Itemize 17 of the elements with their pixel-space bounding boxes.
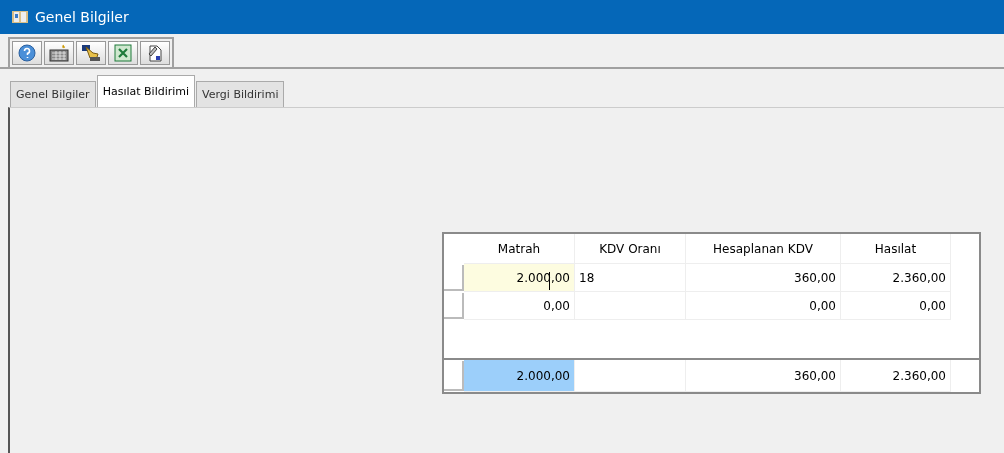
table-cell: 0,00 xyxy=(464,292,575,320)
total-cell: 360,00 xyxy=(686,360,841,392)
column-header: Matrah xyxy=(464,234,575,264)
table-cell: 0,00 xyxy=(841,292,951,320)
column-header: Hasılat xyxy=(841,234,951,264)
column-header: Hesaplanan KDV xyxy=(686,234,841,264)
table-cell: 18 xyxy=(575,264,686,292)
total-cell: 2.000,00 xyxy=(464,360,575,392)
table-cell: 2.360,00 xyxy=(841,264,951,292)
tab[interactable]: Hasılat Bildirimi xyxy=(96,75,196,107)
window-title: Genel Bilgiler xyxy=(35,9,129,25)
column-header: KDV Oranı xyxy=(575,234,686,264)
table-cell: 360,00 xyxy=(686,264,841,292)
tab[interactable]: Genel Bilgiler xyxy=(10,81,96,107)
total-cell: 2.360,00 xyxy=(841,360,951,392)
table-cell: 0,00 xyxy=(686,292,841,320)
tab[interactable]: Vergi Bildirimi xyxy=(196,81,285,107)
